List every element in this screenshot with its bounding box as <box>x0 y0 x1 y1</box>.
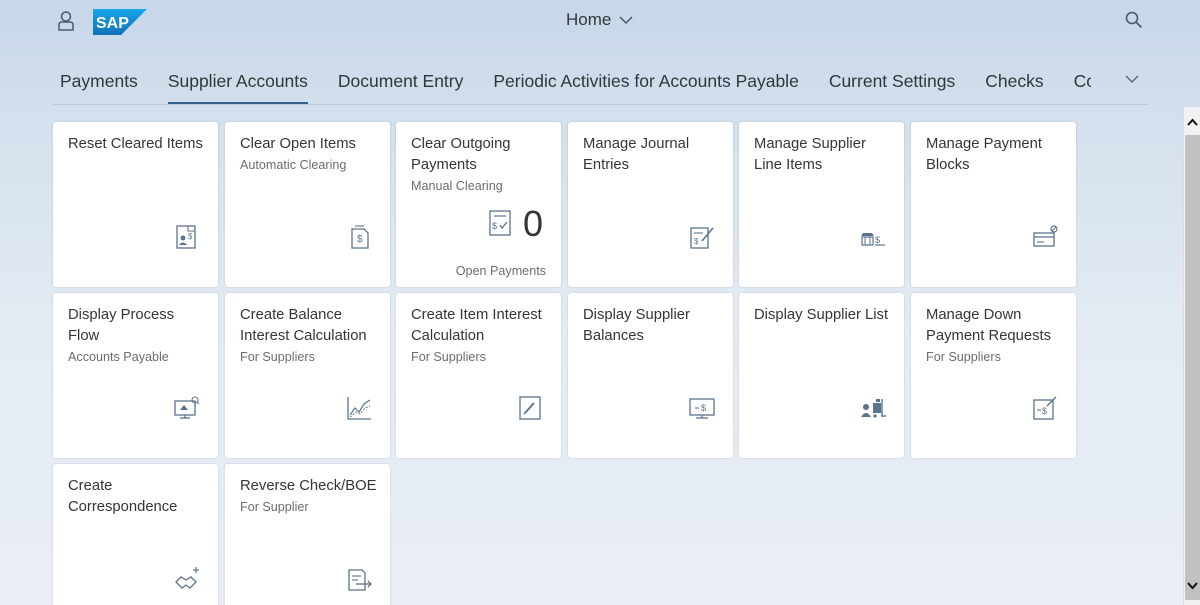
tab-payments[interactable]: Payments <box>60 62 138 104</box>
anchor-navigation-bar: Payments Supplier Accounts Document Entr… <box>60 62 1091 104</box>
tile-title-text: Create Item Interest Calculation <box>411 307 542 344</box>
tab-document-entry[interactable]: Document Entry <box>338 62 463 104</box>
tile-manage-down-payment-requests[interactable]: Manage Down Payment Requests For Supplie… <box>911 293 1076 458</box>
svg-text:$: $ <box>188 232 193 241</box>
tile-title: Clear Outgoing Payments Manual Clearing <box>411 134 551 197</box>
svg-text:$: $ <box>875 235 880 245</box>
page-title: Home <box>566 10 612 29</box>
tile-subtitle: Automatic Clearing <box>240 158 347 172</box>
sap-logo[interactable]: SAP <box>93 9 147 35</box>
tile-title: Display Supplier List <box>754 307 889 323</box>
tile-subtitle: For Suppliers <box>411 350 486 364</box>
tile-title-text: Create Balance Interest Calculation <box>240 307 367 344</box>
tile-create-item-interest-calculation[interactable]: Create Item Interest Calculation For Sup… <box>396 293 561 458</box>
home-menu-button[interactable]: Home <box>566 10 633 30</box>
tile-manage-supplier-line-items[interactable]: Manage Supplier Line Items $ <box>739 122 904 287</box>
tile-clear-outgoing-payments[interactable]: Clear Outgoing Payments Manual Clearing … <box>396 122 561 287</box>
supplier-forklift-icon <box>861 399 886 418</box>
svg-text:$: $ <box>357 234 363 245</box>
handshake-icon <box>175 567 199 589</box>
tile-title: Display Supplier Balances <box>583 307 690 344</box>
tab-current-settings[interactable]: Current Settings <box>829 62 955 104</box>
tile-title-text: Clear Outgoing Payments <box>411 136 511 173</box>
tile-reverse-check-boe[interactable]: Reverse Check/BOE For Supplier <box>225 464 390 605</box>
blocked-card-icon <box>1033 225 1058 247</box>
tile-title: Manage Supplier Line Items <box>754 136 866 173</box>
tile-manage-payment-blocks[interactable]: Manage Payment Blocks <box>911 122 1076 287</box>
edit-dollar-icon: $ <box>690 227 714 249</box>
tab-supplier-accounts[interactable]: Supplier Accounts <box>167 62 309 104</box>
tile-display-supplier-list[interactable]: Display Supplier List <box>739 293 904 458</box>
svg-text:$: $ <box>701 403 706 413</box>
tabs-divider <box>52 104 1149 105</box>
tile-title-text: Reverse Check/BOE <box>240 478 377 494</box>
scroll-up-arrow-icon[interactable] <box>1184 115 1200 129</box>
tile-subtitle: Accounts Payable <box>68 350 169 364</box>
tile-manage-journal-entries[interactable]: Manage Journal Entries $ <box>568 122 733 287</box>
edit-document-icon <box>519 396 541 420</box>
chevron-down-icon <box>619 16 633 25</box>
kpi-footer: Open Payments <box>455 264 546 278</box>
tile-subtitle: For Supplier <box>240 500 309 514</box>
tile-display-process-flow[interactable]: Display Process Flow Accounts Payable <box>53 293 218 458</box>
supplier-lines-icon: $ <box>861 233 885 246</box>
tile-title: Reverse Check/BOE For Supplier <box>240 476 380 518</box>
tile-title-text: Display Process Flow <box>68 307 175 344</box>
tile-title: Create Item Interest Calculation For Sup… <box>411 305 551 368</box>
search-icon[interactable] <box>1125 11 1143 29</box>
tile-subtitle: For Suppliers <box>926 350 1001 364</box>
scroll-down-arrow-icon[interactable] <box>1184 579 1200 593</box>
svg-text:$: $ <box>694 237 699 246</box>
document-dollar-icon: $ <box>176 225 196 249</box>
tile-create-correspondence[interactable]: Create Correspondence <box>53 464 218 605</box>
tile-title: Manage Payment Blocks <box>926 136 1042 173</box>
tile-subtitle: Manual Clearing <box>411 179 503 193</box>
kpi-value: 0 <box>523 203 544 244</box>
shell-header: SAP Home <box>0 0 1200 44</box>
svg-text:$: $ <box>492 221 497 231</box>
dollar-page-icon: $ <box>351 225 369 249</box>
line-chart-icon <box>347 397 371 420</box>
tile-title: Reset Cleared Items <box>68 136 203 152</box>
tile-subtitle: For Suppliers <box>240 350 315 364</box>
tile-reset-cleared-items[interactable]: Reset Cleared Items $ <box>53 122 218 287</box>
tile-title: Manage Down Payment Requests For Supplie… <box>926 305 1066 368</box>
monitor-dollar-icon: $ <box>689 398 715 419</box>
tile-display-supplier-balances[interactable]: Display Supplier Balances $ <box>568 293 733 458</box>
tile-title: Clear Open Items Automatic Clearing <box>240 134 380 176</box>
vertical-scrollbar[interactable] <box>1183 107 1200 605</box>
tile-title: Manage Journal Entries <box>583 136 690 173</box>
tab-periodic-activities[interactable]: Periodic Activities for Accounts Payable <box>493 62 798 104</box>
user-icon[interactable] <box>56 10 76 32</box>
tab-truncated[interactable]: Co <box>1074 62 1091 104</box>
tile-create-balance-interest-calculation[interactable]: Create Balance Interest Calculation For … <box>225 293 390 458</box>
scrollbar-thumb[interactable] <box>1185 135 1200 600</box>
svg-text:$: $ <box>1042 406 1047 416</box>
tile-title: Display Process Flow Accounts Payable <box>68 305 208 368</box>
tile-title-text: Clear Open Items <box>240 136 356 152</box>
sap-logo-text: SAP <box>96 15 129 32</box>
reverse-document-icon <box>348 569 372 591</box>
payment-list-icon: $ <box>489 210 511 236</box>
tab-checks[interactable]: Checks <box>985 62 1043 104</box>
tile-title-text: Manage Down Payment Requests <box>926 307 1052 344</box>
tile-title: Create Balance Interest Calculation For … <box>240 305 380 368</box>
tile-title: Create Correspondence <box>68 478 178 515</box>
dollar-request-icon: $ <box>1033 396 1057 420</box>
tile-clear-open-items[interactable]: Clear Open Items Automatic Clearing $ <box>225 122 390 287</box>
process-flow-monitor-icon <box>174 396 200 419</box>
tabs-overflow-chevron-icon[interactable] <box>1124 72 1140 86</box>
